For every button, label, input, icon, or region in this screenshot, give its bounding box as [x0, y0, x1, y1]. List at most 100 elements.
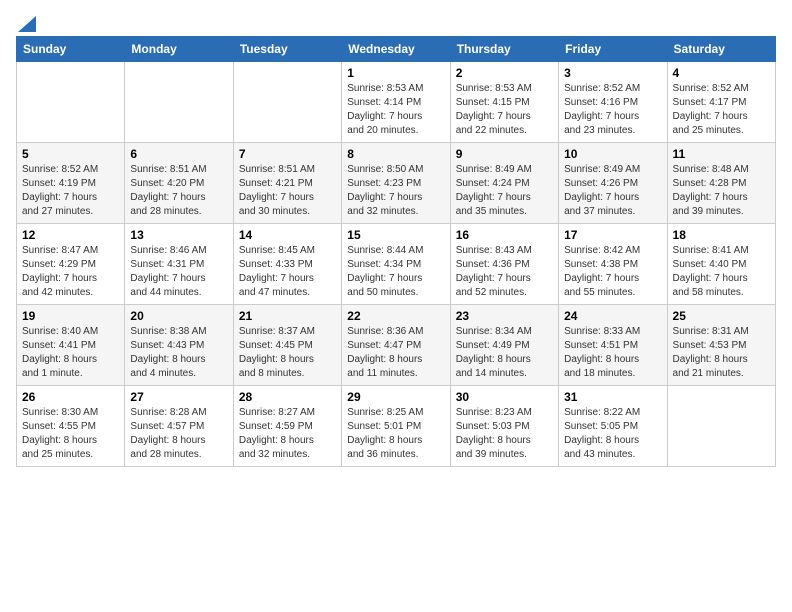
calendar-cell	[667, 386, 775, 467]
day-number: 30	[456, 390, 553, 404]
day-number: 5	[22, 147, 119, 161]
calendar-cell: 12 Sunrise: 8:47 AM Sunset: 4:29 PM Dayli…	[17, 224, 125, 305]
day-info: Sunrise: 8:53 AM Sunset: 4:15 PM Dayligh…	[456, 82, 553, 138]
calendar-week-row: 12 Sunrise: 8:47 AM Sunset: 4:29 PM Dayli…	[17, 224, 776, 305]
day-info: Sunrise: 8:34 AM Sunset: 4:49 PM Dayligh…	[456, 325, 553, 381]
day-number: 13	[130, 228, 227, 242]
day-number: 4	[673, 66, 770, 80]
calendar-cell: 4 Sunrise: 8:52 AM Sunset: 4:17 PM Daylig…	[667, 62, 775, 143]
day-info: Sunrise: 8:30 AM Sunset: 4:55 PM Dayligh…	[22, 406, 119, 462]
day-info: Sunrise: 8:52 AM Sunset: 4:17 PM Dayligh…	[673, 82, 770, 138]
calendar-cell: 25 Sunrise: 8:31 AM Sunset: 4:53 PM Dayli…	[667, 305, 775, 386]
day-number: 17	[564, 228, 661, 242]
calendar-cell: 9 Sunrise: 8:49 AM Sunset: 4:24 PM Daylig…	[450, 143, 558, 224]
day-number: 15	[347, 228, 444, 242]
calendar-cell: 27 Sunrise: 8:28 AM Sunset: 4:57 PM Dayli…	[125, 386, 233, 467]
day-info: Sunrise: 8:45 AM Sunset: 4:33 PM Dayligh…	[239, 244, 336, 300]
day-info: Sunrise: 8:51 AM Sunset: 4:20 PM Dayligh…	[130, 163, 227, 219]
day-number: 1	[347, 66, 444, 80]
calendar-cell: 7Sunrise: 8:51 AM Sunset: 4:21 PM Daylig…	[233, 143, 341, 224]
day-number: 24	[564, 309, 661, 323]
day-info: Sunrise: 8:33 AM Sunset: 4:51 PM Dayligh…	[564, 325, 661, 381]
calendar-cell: 1Sunrise: 8:53 AM Sunset: 4:14 PM Daylig…	[342, 62, 450, 143]
day-number: 26	[22, 390, 119, 404]
day-info: Sunrise: 8:37 AM Sunset: 4:45 PM Dayligh…	[239, 325, 336, 381]
calendar-cell: 26 Sunrise: 8:30 AM Sunset: 4:55 PM Dayli…	[17, 386, 125, 467]
calendar-cell: 29 Sunrise: 8:25 AM Sunset: 5:01 PM Dayli…	[342, 386, 450, 467]
calendar-cell: 19 Sunrise: 8:40 AM Sunset: 4:41 PM Dayli…	[17, 305, 125, 386]
header-saturday: Saturday	[667, 37, 775, 62]
day-number: 25	[673, 309, 770, 323]
day-number: 29	[347, 390, 444, 404]
logo	[16, 16, 36, 28]
day-number: 3	[564, 66, 661, 80]
day-number: 16	[456, 228, 553, 242]
day-info: Sunrise: 8:28 AM Sunset: 4:57 PM Dayligh…	[130, 406, 227, 462]
calendar-cell: 5 Sunrise: 8:52 AM Sunset: 4:19 PM Daylig…	[17, 143, 125, 224]
calendar-cell	[233, 62, 341, 143]
day-number: 2	[456, 66, 553, 80]
calendar-table: SundayMondayTuesdayWednesdayThursdayFrid…	[16, 36, 776, 467]
calendar-cell: 15 Sunrise: 8:44 AM Sunset: 4:34 PM Dayli…	[342, 224, 450, 305]
day-number: 28	[239, 390, 336, 404]
calendar-cell: 21 Sunrise: 8:37 AM Sunset: 4:45 PM Dayli…	[233, 305, 341, 386]
calendar-week-row: 19 Sunrise: 8:40 AM Sunset: 4:41 PM Dayli…	[17, 305, 776, 386]
day-info: Sunrise: 8:38 AM Sunset: 4:43 PM Dayligh…	[130, 325, 227, 381]
day-number: 18	[673, 228, 770, 242]
calendar-cell: 22 Sunrise: 8:36 AM Sunset: 4:47 PM Dayli…	[342, 305, 450, 386]
calendar-cell: 18 Sunrise: 8:41 AM Sunset: 4:40 PM Dayli…	[667, 224, 775, 305]
day-info: Sunrise: 8:48 AM Sunset: 4:28 PM Dayligh…	[673, 163, 770, 219]
day-info: Sunrise: 8:49 AM Sunset: 4:24 PM Dayligh…	[456, 163, 553, 219]
calendar-cell: 3 Sunrise: 8:52 AM Sunset: 4:16 PM Daylig…	[559, 62, 667, 143]
day-info: Sunrise: 8:50 AM Sunset: 4:23 PM Dayligh…	[347, 163, 444, 219]
page-header	[16, 16, 776, 28]
day-info: Sunrise: 8:49 AM Sunset: 4:26 PM Dayligh…	[564, 163, 661, 219]
day-info: Sunrise: 8:52 AM Sunset: 4:16 PM Dayligh…	[564, 82, 661, 138]
calendar-cell: 30 Sunrise: 8:23 AM Sunset: 5:03 PM Dayli…	[450, 386, 558, 467]
header-sunday: Sunday	[17, 37, 125, 62]
calendar-cell: 31 Sunrise: 8:22 AM Sunset: 5:05 PM Dayli…	[559, 386, 667, 467]
day-number: 10	[564, 147, 661, 161]
day-info: Sunrise: 8:40 AM Sunset: 4:41 PM Dayligh…	[22, 325, 119, 381]
calendar-cell: 8 Sunrise: 8:50 AM Sunset: 4:23 PM Daylig…	[342, 143, 450, 224]
calendar-week-row: 1Sunrise: 8:53 AM Sunset: 4:14 PM Daylig…	[17, 62, 776, 143]
day-number: 12	[22, 228, 119, 242]
day-info: Sunrise: 8:47 AM Sunset: 4:29 PM Dayligh…	[22, 244, 119, 300]
day-number: 31	[564, 390, 661, 404]
header-friday: Friday	[559, 37, 667, 62]
day-number: 19	[22, 309, 119, 323]
day-info: Sunrise: 8:22 AM Sunset: 5:05 PM Dayligh…	[564, 406, 661, 462]
calendar-cell: 11Sunrise: 8:48 AM Sunset: 4:28 PM Dayli…	[667, 143, 775, 224]
day-number: 9	[456, 147, 553, 161]
day-info: Sunrise: 8:42 AM Sunset: 4:38 PM Dayligh…	[564, 244, 661, 300]
calendar-week-row: 5 Sunrise: 8:52 AM Sunset: 4:19 PM Daylig…	[17, 143, 776, 224]
calendar-cell: 28Sunrise: 8:27 AM Sunset: 4:59 PM Dayli…	[233, 386, 341, 467]
calendar-cell: 14 Sunrise: 8:45 AM Sunset: 4:33 PM Dayli…	[233, 224, 341, 305]
header-monday: Monday	[125, 37, 233, 62]
day-info: Sunrise: 8:25 AM Sunset: 5:01 PM Dayligh…	[347, 406, 444, 462]
day-number: 22	[347, 309, 444, 323]
day-number: 6	[130, 147, 227, 161]
day-info: Sunrise: 8:23 AM Sunset: 5:03 PM Dayligh…	[456, 406, 553, 462]
day-number: 27	[130, 390, 227, 404]
day-info: Sunrise: 8:41 AM Sunset: 4:40 PM Dayligh…	[673, 244, 770, 300]
day-number: 21	[239, 309, 336, 323]
day-info: Sunrise: 8:31 AM Sunset: 4:53 PM Dayligh…	[673, 325, 770, 381]
calendar-cell: 20 Sunrise: 8:38 AM Sunset: 4:43 PM Dayli…	[125, 305, 233, 386]
calendar-header-row: SundayMondayTuesdayWednesdayThursdayFrid…	[17, 37, 776, 62]
day-info: Sunrise: 8:44 AM Sunset: 4:34 PM Dayligh…	[347, 244, 444, 300]
calendar-cell: 17 Sunrise: 8:42 AM Sunset: 4:38 PM Dayli…	[559, 224, 667, 305]
calendar-cell: 23 Sunrise: 8:34 AM Sunset: 4:49 PM Dayli…	[450, 305, 558, 386]
day-number: 23	[456, 309, 553, 323]
header-wednesday: Wednesday	[342, 37, 450, 62]
day-number: 8	[347, 147, 444, 161]
day-number: 14	[239, 228, 336, 242]
day-info: Sunrise: 8:36 AM Sunset: 4:47 PM Dayligh…	[347, 325, 444, 381]
day-info: Sunrise: 8:52 AM Sunset: 4:19 PM Dayligh…	[22, 163, 119, 219]
calendar-cell: 24 Sunrise: 8:33 AM Sunset: 4:51 PM Dayli…	[559, 305, 667, 386]
calendar-week-row: 26 Sunrise: 8:30 AM Sunset: 4:55 PM Dayli…	[17, 386, 776, 467]
calendar-cell	[17, 62, 125, 143]
day-number: 20	[130, 309, 227, 323]
calendar-cell	[125, 62, 233, 143]
header-thursday: Thursday	[450, 37, 558, 62]
